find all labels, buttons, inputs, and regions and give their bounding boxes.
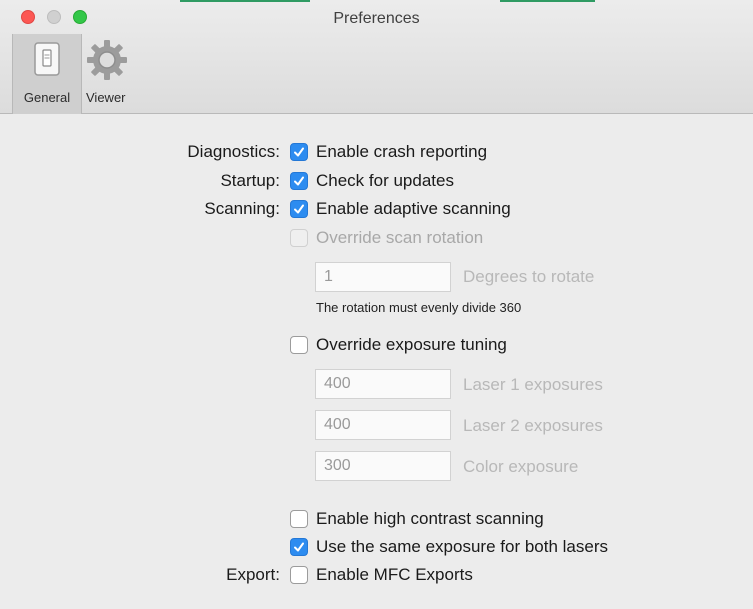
scanning-label: Scanning: bbox=[204, 199, 280, 218]
adaptive-scanning-checkbox[interactable] bbox=[290, 200, 308, 218]
crash-reporting-checkbox[interactable] bbox=[290, 143, 308, 161]
startup-label: Startup: bbox=[220, 171, 280, 190]
override-exposure-checkbox[interactable] bbox=[290, 336, 308, 354]
laser1-exposure-field[interactable] bbox=[315, 369, 451, 399]
laser2-exposure-field[interactable] bbox=[315, 410, 451, 440]
checkmark-icon bbox=[294, 542, 304, 552]
color-exposure-label: Color exposure bbox=[463, 457, 579, 476]
window-title: Preferences bbox=[333, 10, 420, 27]
checkmark-icon bbox=[294, 176, 304, 186]
toolbar-tab-viewer[interactable]: Viewer bbox=[82, 34, 142, 114]
title-bar: Preferences General Viewer bbox=[0, 0, 753, 114]
laser1-exposure-label: Laser 1 exposures bbox=[463, 375, 603, 394]
mfc-exports-checkbox[interactable] bbox=[290, 566, 308, 584]
crash-reporting-label[interactable]: Enable crash reporting bbox=[316, 140, 487, 164]
mfc-exports-label[interactable]: Enable MFC Exports bbox=[316, 563, 473, 587]
switch-icon bbox=[34, 42, 60, 79]
check-updates-label[interactable]: Check for updates bbox=[316, 169, 454, 193]
rotation-hint: The rotation must evenly divide 360 bbox=[316, 300, 522, 315]
toolbar-label-viewer: Viewer bbox=[86, 90, 126, 105]
toolbar-tab-general[interactable]: General bbox=[12, 34, 82, 114]
same-exposure-checkbox[interactable] bbox=[290, 538, 308, 556]
color-exposure-field[interactable] bbox=[315, 451, 451, 481]
export-label: Export: bbox=[226, 565, 280, 584]
diagnostics-label: Diagnostics: bbox=[187, 142, 280, 161]
title-accent-line bbox=[180, 0, 310, 2]
rotation-degrees-label: Degrees to rotate bbox=[463, 267, 595, 286]
same-exposure-label[interactable]: Use the same exposure for both lasers bbox=[316, 535, 608, 559]
laser2-exposure-label: Laser 2 exposures bbox=[463, 416, 603, 435]
toolbar-label-general: General bbox=[23, 90, 71, 105]
high-contrast-checkbox[interactable] bbox=[290, 510, 308, 528]
gear-icon bbox=[85, 38, 129, 85]
rotation-degrees-field[interactable] bbox=[315, 262, 451, 292]
override-rotation-checkbox[interactable] bbox=[290, 229, 308, 247]
override-exposure-label[interactable]: Override exposure tuning bbox=[316, 333, 507, 357]
override-rotation-label[interactable]: Override scan rotation bbox=[316, 226, 483, 250]
checkmark-icon bbox=[294, 204, 304, 214]
title-accent-line bbox=[500, 0, 595, 2]
high-contrast-label[interactable]: Enable high contrast scanning bbox=[316, 507, 544, 531]
checkmark-icon bbox=[294, 147, 304, 157]
adaptive-scanning-label[interactable]: Enable adaptive scanning bbox=[316, 197, 511, 221]
check-updates-checkbox[interactable] bbox=[290, 172, 308, 190]
